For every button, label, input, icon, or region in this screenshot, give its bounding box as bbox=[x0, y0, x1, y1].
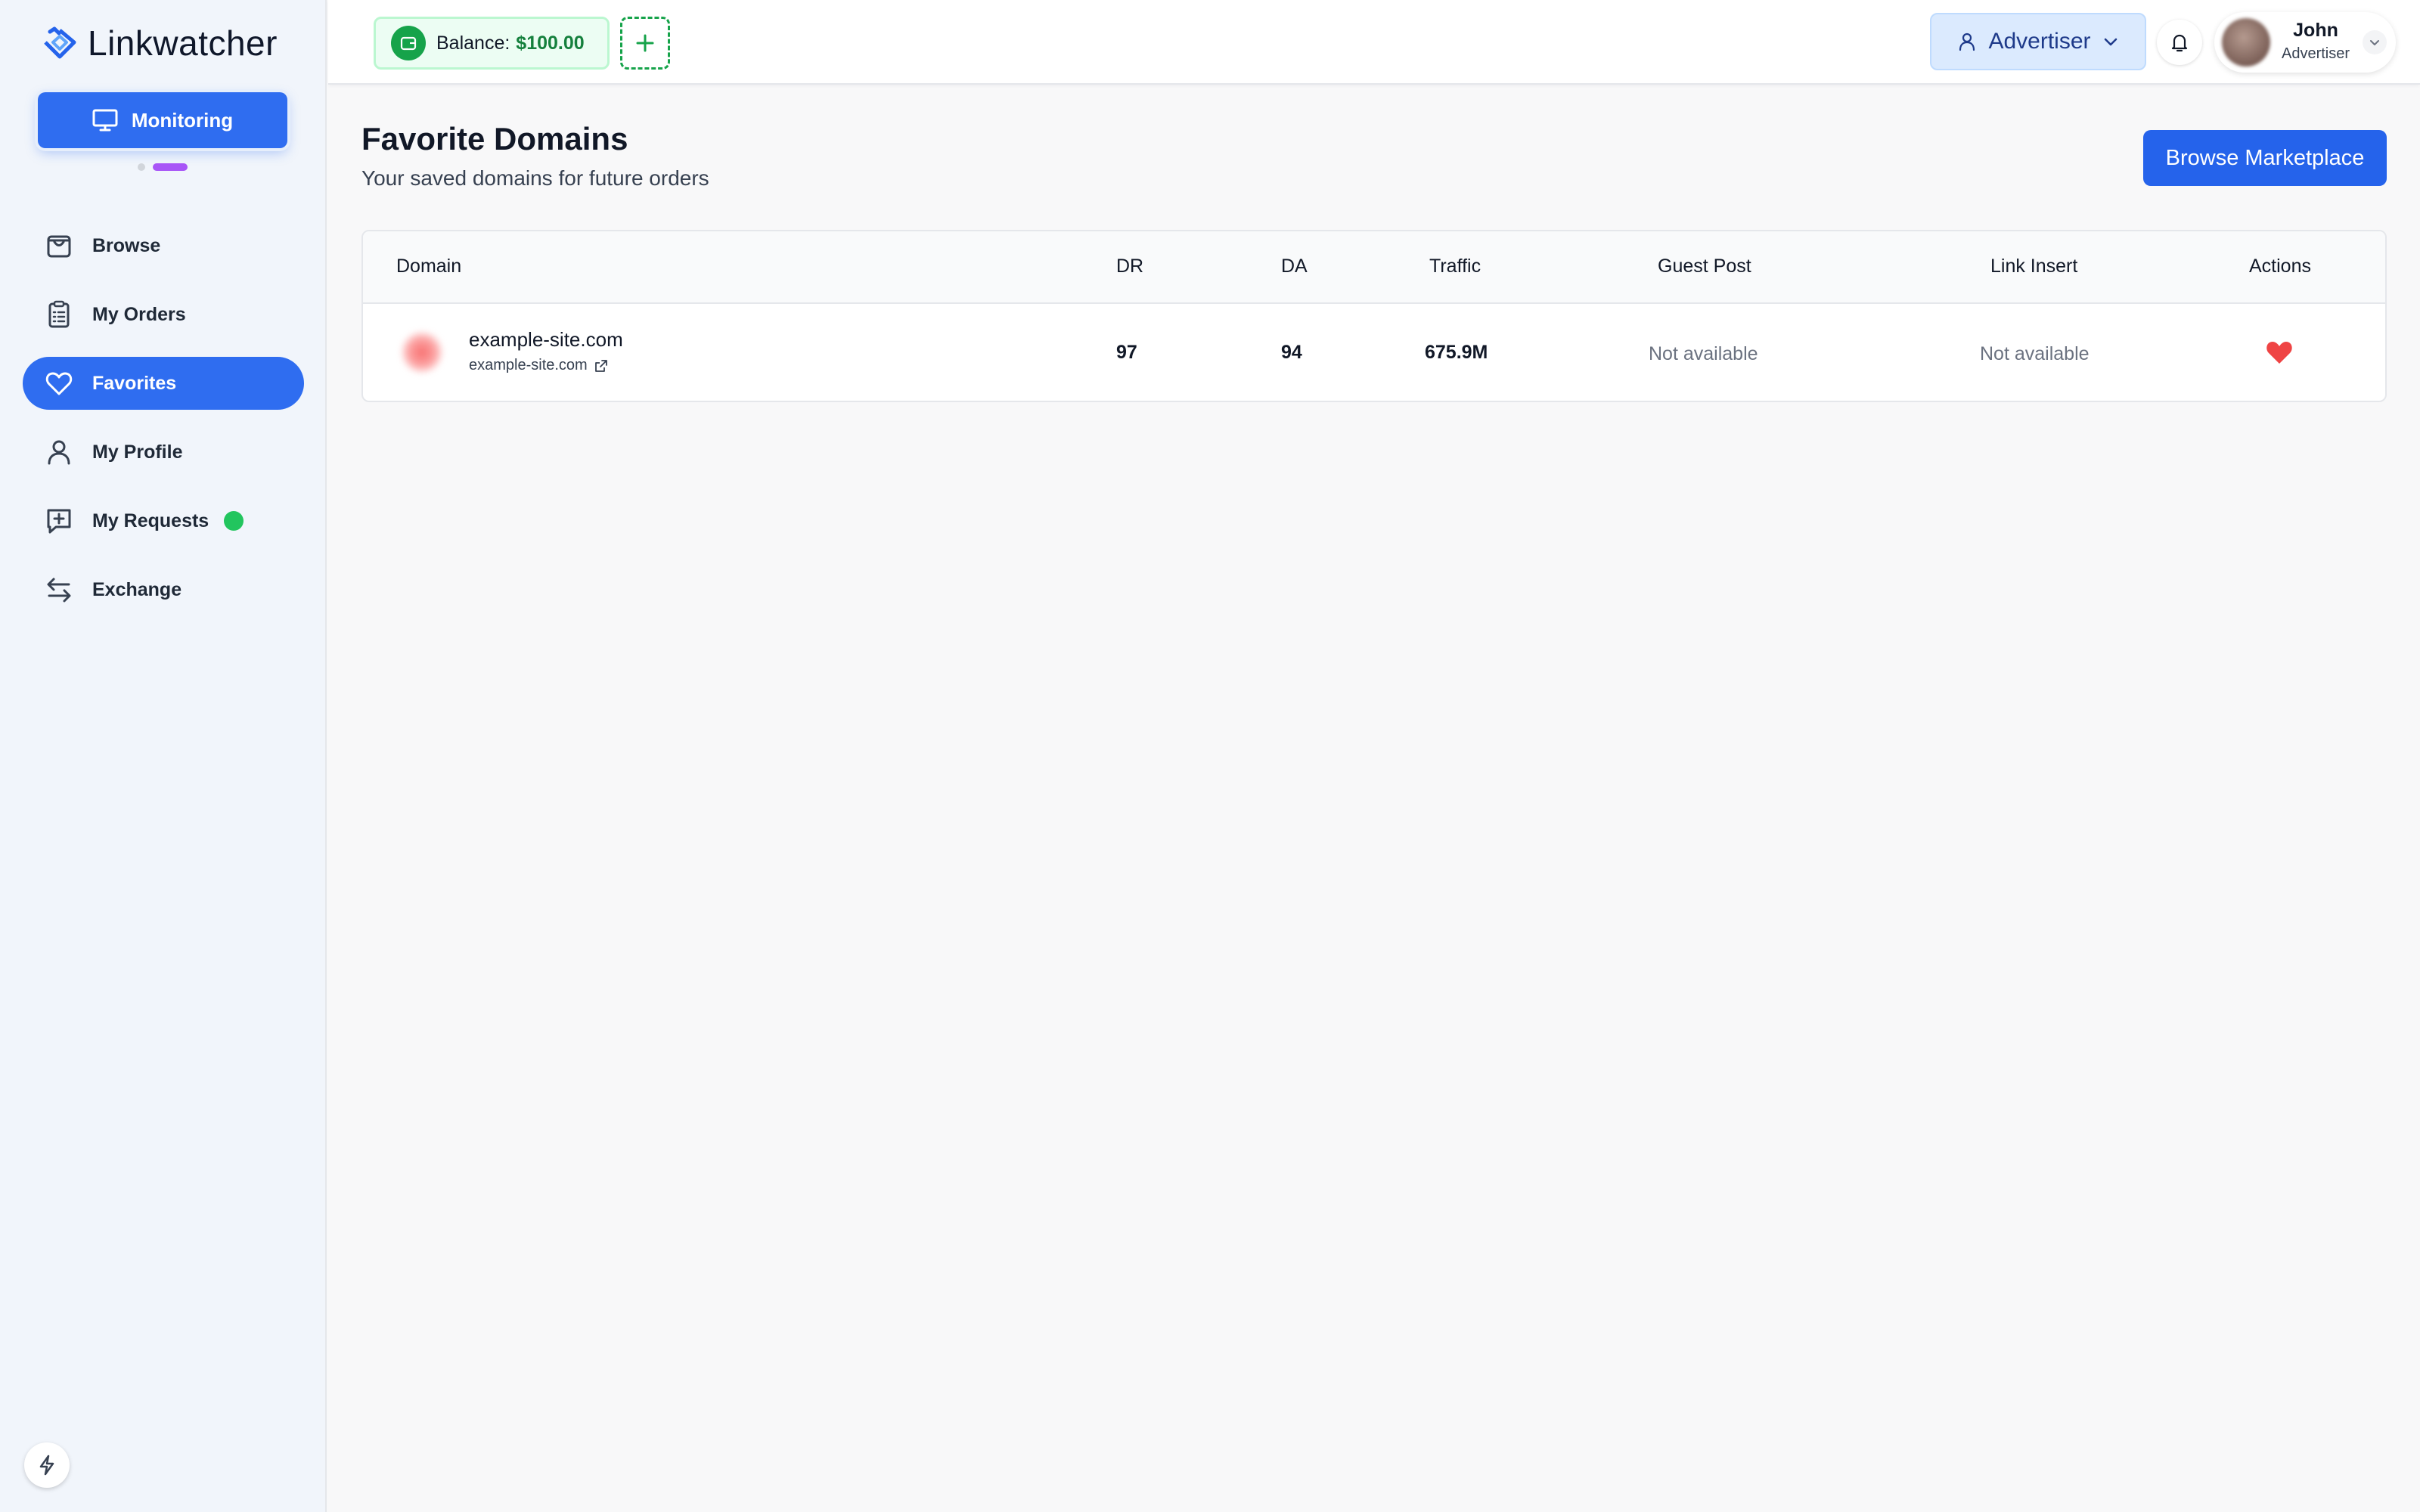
domain-traffic: 675.9M bbox=[1425, 342, 1488, 363]
table-header: Domain DR DA Traffic Guest Post Link Ins… bbox=[363, 231, 2385, 304]
favorites-table: Domain DR DA Traffic Guest Post Link Ins… bbox=[361, 230, 2387, 402]
sidebar-item-label: My Orders bbox=[92, 303, 186, 325]
sidebar-item-label: Favorites bbox=[92, 372, 177, 394]
wallet-icon bbox=[391, 26, 426, 60]
monitoring-label: Monitoring bbox=[131, 108, 234, 132]
status-badge bbox=[224, 511, 244, 531]
balance-value: $100.00 bbox=[516, 32, 585, 54]
app-logo[interactable]: Linkwatcher bbox=[41, 23, 278, 64]
plus-icon bbox=[636, 34, 654, 52]
balance-indicator[interactable]: Balance: $100.00 bbox=[374, 17, 610, 70]
browse-marketplace-button[interactable]: Browse Marketplace bbox=[2143, 130, 2387, 186]
shopping-bag-icon bbox=[47, 235, 71, 258]
domain-url[interactable]: example-site.com bbox=[469, 357, 588, 374]
column-header-actions: Actions bbox=[2249, 256, 2311, 277]
sidebar-nav: Browse My Orders Favorites My Profile My… bbox=[23, 219, 304, 632]
indicator-dot-active[interactable] bbox=[153, 163, 188, 171]
sidebar: Linkwatcher Monitoring Browse My Orders … bbox=[0, 0, 327, 1512]
monitor-icon bbox=[92, 109, 118, 132]
sidebar-item-label: Exchange bbox=[92, 578, 182, 600]
message-plus-icon bbox=[47, 509, 71, 534]
domain-link[interactable]: example-site.com bbox=[469, 357, 609, 374]
sidebar-item-label: My Profile bbox=[92, 441, 183, 463]
user-menu-toggle[interactable] bbox=[2363, 30, 2387, 54]
sidebar-item-favorites[interactable]: Favorites bbox=[23, 357, 304, 410]
sidebar-item-label: My Requests bbox=[92, 510, 209, 531]
role-label: Advertiser bbox=[1988, 29, 2091, 54]
column-header-dr[interactable]: DR bbox=[1116, 256, 1143, 277]
arrows-exchange-icon bbox=[47, 578, 71, 603]
sidebar-item-my-orders[interactable]: My Orders bbox=[23, 288, 304, 341]
user-name: John bbox=[2293, 20, 2338, 41]
quick-action-button[interactable] bbox=[24, 1442, 70, 1488]
sidebar-item-my-profile[interactable]: My Profile bbox=[23, 426, 304, 479]
guest-post-status: Not available bbox=[1649, 343, 1758, 364]
sidebar-item-browse[interactable]: Browse bbox=[23, 219, 304, 272]
add-funds-button[interactable] bbox=[620, 17, 670, 70]
sidebar-item-exchange[interactable]: Exchange bbox=[23, 563, 304, 616]
column-header-traffic[interactable]: Traffic bbox=[1429, 256, 1481, 277]
logo-icon bbox=[44, 26, 76, 59]
user-icon bbox=[1959, 33, 1975, 51]
chevron-down-icon bbox=[2370, 40, 2379, 45]
chevron-down-icon bbox=[2104, 38, 2117, 46]
carousel-indicator[interactable] bbox=[138, 163, 188, 171]
domain-da: 94 bbox=[1281, 342, 1302, 363]
monitoring-button[interactable]: Monitoring bbox=[38, 92, 287, 148]
remove-favorite-heart-icon[interactable] bbox=[2264, 339, 2294, 366]
user-role: Advertiser bbox=[2281, 45, 2350, 62]
notifications-button[interactable] bbox=[2157, 20, 2202, 65]
balance-label: Balance: bbox=[436, 32, 510, 54]
sidebar-item-label: Browse bbox=[92, 234, 161, 256]
indicator-dot[interactable] bbox=[138, 163, 145, 171]
domain-dr: 97 bbox=[1116, 342, 1137, 363]
top-header: Balance: $100.00 Advertiser John Adverti… bbox=[328, 0, 2420, 85]
app-name: Linkwatcher bbox=[88, 23, 278, 63]
column-header-guest-post[interactable]: Guest Post bbox=[1658, 256, 1751, 277]
column-header-domain[interactable]: Domain bbox=[396, 256, 461, 277]
heart-icon bbox=[45, 372, 73, 395]
external-link-icon[interactable] bbox=[594, 358, 609, 373]
user-icon bbox=[48, 440, 70, 465]
page-subtitle: Your saved domains for future orders bbox=[361, 166, 709, 190]
sidebar-item-my-requests[interactable]: My Requests bbox=[23, 494, 304, 547]
column-header-da[interactable]: DA bbox=[1281, 256, 1308, 277]
clipboard-list-icon bbox=[48, 300, 70, 328]
page-title: Favorite Domains bbox=[361, 121, 628, 156]
bell-icon bbox=[2171, 34, 2188, 52]
role-switcher[interactable]: Advertiser bbox=[1930, 13, 2146, 70]
domain-favicon bbox=[401, 331, 443, 373]
domain-name[interactable]: example-site.com bbox=[469, 328, 623, 352]
user-menu[interactable]: John Advertiser bbox=[2214, 12, 2396, 73]
avatar bbox=[2222, 18, 2270, 67]
bolt-icon bbox=[39, 1455, 54, 1476]
link-insert-status: Not available bbox=[1980, 343, 2090, 364]
column-header-link-insert[interactable]: Link Insert bbox=[1990, 256, 2077, 277]
